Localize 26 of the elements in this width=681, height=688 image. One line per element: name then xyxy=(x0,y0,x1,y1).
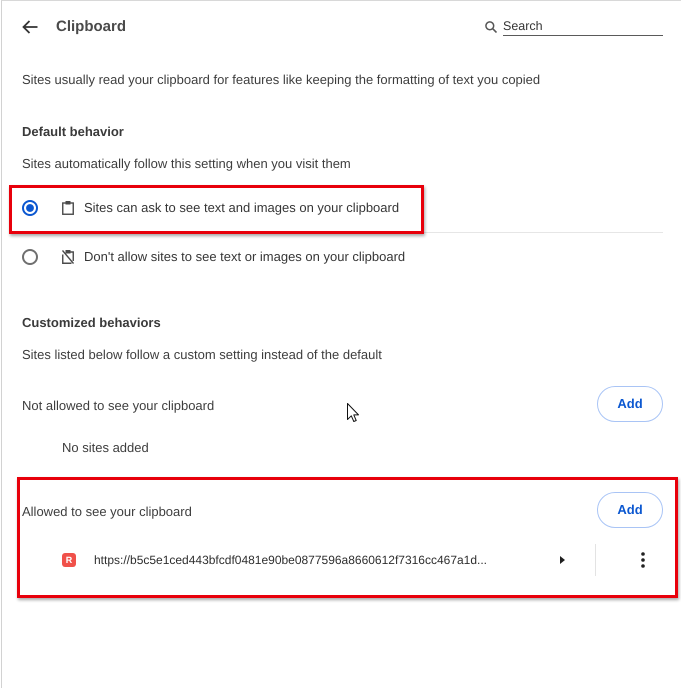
clipboard-icon xyxy=(62,201,74,215)
mouse-cursor-icon xyxy=(347,403,359,422)
section-subtitle: Sites automatically follow this setting when you visit them xyxy=(22,155,352,173)
back-button[interactable] xyxy=(22,20,38,34)
search-field[interactable]: Search xyxy=(503,18,663,36)
radio-button[interactable] xyxy=(22,200,38,216)
page-description: Sites usually read your clipboard for features like keeping the formatting of text you copied xyxy=(22,71,542,89)
page-title: Clipboard xyxy=(56,16,126,36)
add-button[interactable]: Add xyxy=(597,386,663,422)
back-arrow-icon xyxy=(22,20,38,34)
section-subtitle: Sites listed below follow a custom setting instead of the default xyxy=(22,346,383,364)
empty-message: No sites added xyxy=(62,439,149,457)
section-heading: Customized behaviors xyxy=(22,314,162,332)
site-favicon: R xyxy=(62,553,76,567)
option-label: Sites can ask to see text and images on your clipboard xyxy=(84,199,400,217)
search-icon xyxy=(485,20,497,32)
option-label: Don't allow sites to see text or images on your clipboard xyxy=(84,248,406,266)
caret-right-icon xyxy=(560,556,564,564)
add-button[interactable]: Add xyxy=(597,492,663,528)
clipboard-slash-icon xyxy=(62,250,74,264)
site-url[interactable]: https://b5c5e1ced443bfcdf0481e90be0877596a8660612f7316cc467a1d... xyxy=(94,550,546,570)
section-heading: Default behavior xyxy=(22,123,125,141)
vertical-dots-icon xyxy=(641,552,645,568)
radio-button[interactable] xyxy=(22,249,38,265)
list-title: Allowed to see your clipboard xyxy=(22,503,192,521)
list-title: Not allowed to see your clipboard xyxy=(22,397,214,415)
